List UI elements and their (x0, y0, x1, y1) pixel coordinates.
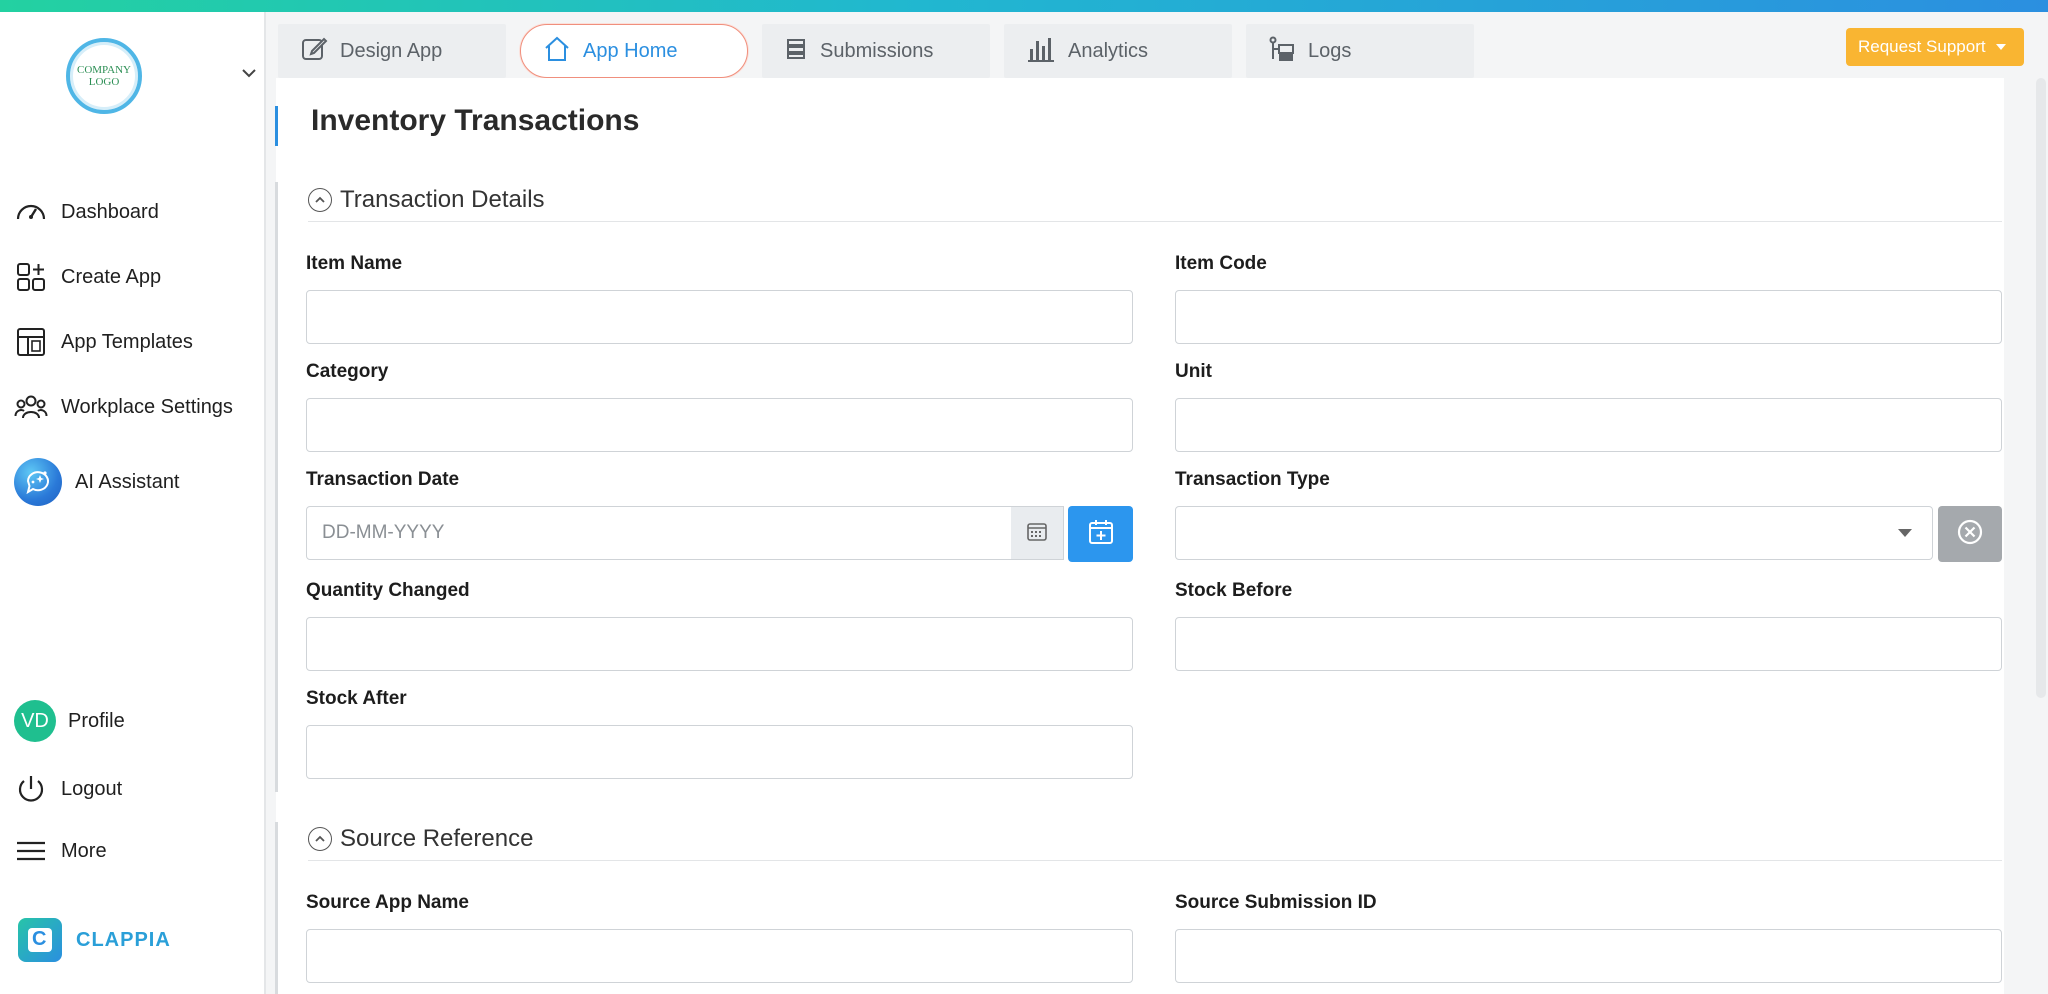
avatar: VD (14, 700, 56, 742)
tab-design-app[interactable]: Design App (278, 24, 506, 78)
item-code-field[interactable] (1175, 290, 2002, 344)
category-label: Category (306, 361, 389, 382)
sidebar-item-label: Dashboard (61, 200, 159, 223)
people-group-icon (14, 390, 48, 424)
edit-icon (300, 35, 328, 68)
tab-submissions[interactable]: Submissions (762, 24, 990, 78)
app-tabs: Design App App Home Submissions Analytic… (278, 24, 1488, 78)
tab-label: Submissions (820, 39, 934, 62)
list-icon (784, 37, 808, 66)
sidebar-item-label: Workplace Settings (61, 395, 233, 418)
date-picker-button[interactable] (1011, 506, 1064, 560)
app-templates-icon (14, 325, 48, 359)
item-name-label: Item Name (306, 253, 403, 274)
transaction-type-label: Transaction Type (1175, 469, 1330, 490)
stock-after-field[interactable] (306, 725, 1133, 779)
sidebar-item-label: Logout (61, 777, 123, 800)
tab-label: Design App (340, 39, 443, 62)
dashboard-gauge-icon (14, 195, 48, 229)
section-header-source-reference[interactable]: Source Reference (308, 817, 2002, 861)
sidebar-item-label: Profile (68, 709, 125, 732)
source-submission-id-field[interactable] (1175, 929, 2002, 983)
sidebar-item-workplace-settings[interactable]: Workplace Settings (14, 385, 233, 429)
stock-after-label: Stock After (306, 688, 407, 709)
tab-analytics[interactable]: Analytics (1004, 24, 1232, 78)
chevron-up-circle-icon (308, 826, 332, 851)
tab-app-home[interactable]: App Home (520, 24, 748, 78)
chevron-up-circle-icon (308, 187, 332, 212)
sidebar-item-dashboard[interactable]: Dashboard (14, 190, 159, 234)
chevron-down-icon[interactable] (240, 64, 258, 82)
clear-selection-button[interactable] (1938, 506, 2002, 562)
page-title: Inventory Transactions (311, 104, 640, 137)
item-name-field[interactable] (306, 290, 1133, 344)
stock-before-field[interactable] (1175, 617, 2002, 671)
request-support-label: Request Support (1858, 37, 1986, 56)
create-app-icon (14, 260, 48, 294)
item-code-label: Item Code (1175, 253, 1267, 274)
sidebar-item-label: App Templates (61, 330, 193, 353)
logs-icon (1268, 35, 1296, 68)
calendar-plus-icon (1087, 518, 1115, 551)
request-support-button[interactable]: Request Support (1846, 28, 2024, 66)
bar-chart-icon (1026, 35, 1056, 68)
sidebar-item-create-app[interactable]: Create App (14, 255, 161, 299)
close-circle-icon (1956, 518, 1984, 551)
clappia-logo-icon: C (18, 918, 62, 962)
title-accent-bar (275, 106, 278, 146)
source-app-name-field[interactable] (306, 929, 1133, 983)
transaction-date-field[interactable] (306, 506, 1012, 560)
sidebar-item-logout[interactable]: Logout (14, 767, 122, 811)
sidebar-item-profile[interactable]: VD Profile (14, 699, 125, 743)
category-field[interactable] (306, 398, 1133, 452)
tab-logs[interactable]: Logs (1246, 24, 1474, 78)
home-icon (543, 35, 571, 68)
panel-divider (275, 182, 278, 792)
source-app-name-label: Source App Name (306, 892, 469, 913)
panel-divider (275, 822, 278, 994)
unit-field[interactable] (1175, 398, 2002, 452)
caret-down-icon (1995, 44, 2006, 50)
tab-label: Logs (1308, 39, 1352, 62)
ai-assistant-icon (14, 458, 62, 506)
page-scrollbar[interactable] (2036, 78, 2046, 698)
brand-name: CLAPPIA (76, 928, 171, 951)
clappia-brand[interactable]: C CLAPPIA (18, 918, 171, 962)
sidebar-item-label: AI Assistant (75, 470, 180, 493)
tab-label: Analytics (1068, 39, 1149, 62)
source-submission-id-label: Source Submission ID (1175, 892, 1377, 913)
transaction-type-select[interactable] (1175, 506, 1933, 560)
calendar-icon (1026, 520, 1048, 547)
sidebar: COMPANY LOGO Dashboard Create App App Te… (0, 12, 266, 994)
clappia-logo-letter: C (32, 928, 47, 950)
sidebar-item-ai-assistant[interactable]: AI Assistant (14, 456, 180, 508)
section-title: Transaction Details (340, 185, 545, 213)
quantity-changed-label: Quantity Changed (306, 580, 470, 601)
transaction-date-label: Transaction Date (306, 469, 460, 490)
dropdown-arrow-icon (1898, 529, 1912, 537)
company-logo[interactable]: COMPANY LOGO (66, 38, 146, 118)
sidebar-item-app-templates[interactable]: App Templates (14, 320, 193, 364)
add-date-button[interactable] (1068, 506, 1133, 562)
top-gradient-bar (0, 0, 2048, 12)
section-title: Source Reference (340, 824, 534, 852)
sidebar-item-label: Create App (61, 265, 162, 288)
sidebar-item-more[interactable]: More (14, 829, 107, 873)
power-icon (14, 772, 48, 806)
section-header-transaction-details[interactable]: Transaction Details (308, 178, 2002, 222)
hamburger-menu-icon (14, 834, 48, 868)
quantity-changed-field[interactable] (306, 617, 1133, 671)
sidebar-item-label: More (61, 839, 107, 862)
unit-label: Unit (1175, 361, 1212, 382)
tab-label: App Home (583, 39, 678, 62)
stock-before-label: Stock Before (1175, 580, 1293, 601)
company-logo-text: COMPANY LOGO (66, 38, 142, 114)
